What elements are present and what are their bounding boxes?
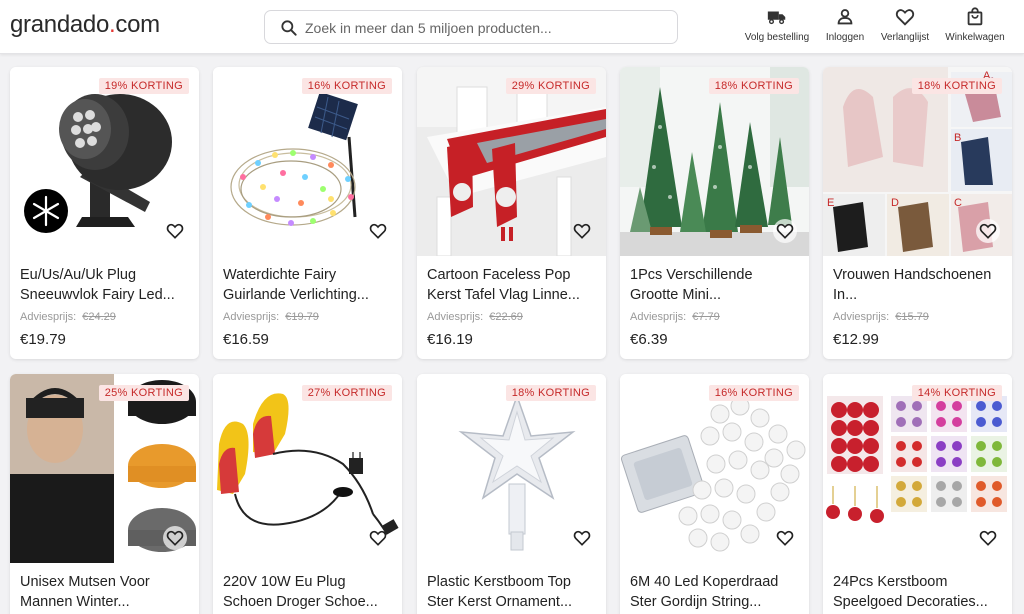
product-card[interactable]: 18% KORTING 1Pcs Verschillende Grootte M… [620, 67, 809, 359]
product-card[interactable]: 25% KORTING Unisex Mutsen Voor Mannen Wi… [10, 374, 199, 614]
rrp: Adviesprijs: €15.79 [833, 311, 929, 323]
discount-badge: 18% KORTING [911, 78, 1002, 94]
discount-badge: 27% KORTING [301, 385, 392, 401]
heart-icon [573, 530, 591, 546]
nav-cart-label: Winkelwagen [945, 32, 1005, 43]
product-price: €16.19 [427, 331, 473, 348]
heart-icon [895, 9, 915, 26]
heart-icon [776, 223, 794, 239]
wishlist-button[interactable] [163, 526, 187, 550]
rrp-label: Adviesprijs: [20, 311, 77, 323]
heart-icon [369, 223, 387, 239]
product-price: €19.79 [20, 331, 66, 348]
user-icon [837, 9, 853, 25]
nav-wishlist-label: Verlanglijst [880, 32, 930, 43]
discount-badge: 18% KORTING [505, 385, 596, 401]
product-card[interactable]: 16% KORTING 6M 40 Led Koperdraad Ster Go… [620, 374, 809, 614]
heart-icon [979, 223, 997, 239]
product-price: €16.59 [223, 331, 269, 348]
discount-badge: 16% KORTING [301, 78, 392, 94]
site-logo[interactable]: grandado.com [10, 11, 160, 39]
wishlist-button[interactable] [163, 219, 187, 243]
rrp-label: Adviesprijs: [833, 311, 890, 323]
rrp: Adviesprijs: €19.79 [223, 311, 319, 323]
heart-icon [573, 223, 591, 239]
heart-icon [776, 530, 794, 546]
glove-label-b: B [954, 132, 961, 144]
old-price: €24.29 [82, 311, 116, 323]
product-title[interactable]: Unisex Mutsen Voor Mannen Winter... [20, 572, 190, 612]
product-title[interactable]: 6M 40 Led Koperdraad Ster Gordijn String… [630, 572, 800, 612]
glove-label-c: C [954, 197, 962, 209]
nav-login[interactable]: Inloggen [822, 6, 868, 48]
rrp: Adviesprijs: €22.69 [427, 311, 523, 323]
product-card[interactable]: 19% KORTING Eu/Us/Au/Uk Plug Sneeuwvlok … [10, 67, 199, 359]
product-price: €12.99 [833, 331, 879, 348]
wishlist-button[interactable] [976, 219, 1000, 243]
rrp-label: Adviesprijs: [630, 311, 687, 323]
product-title[interactable]: Waterdichte Fairy Guirlande Verlichting.… [223, 265, 393, 305]
nav-track-order[interactable]: Volg bestelling [742, 6, 812, 48]
heart-icon [166, 223, 184, 239]
product-title[interactable]: 220V 10W Eu Plug Schoen Droger Schoe... [223, 572, 393, 612]
wishlist-button[interactable] [366, 219, 390, 243]
truck-icon [767, 11, 786, 25]
product-card[interactable]: 29% KORTING Cartoon Faceless Pop Kerst T… [417, 67, 606, 359]
discount-badge: 29% KORTING [505, 78, 596, 94]
product-title[interactable]: Plastic Kerstboom Top Ster Kerst Ornamen… [427, 572, 597, 612]
product-title[interactable]: 1Pcs Verschillende Grootte Mini... [630, 265, 800, 305]
product-card[interactable]: 18% KORTING Plastic Kerstboom Top Ster K… [417, 374, 606, 614]
heart-icon [369, 530, 387, 546]
nav-login-label: Inloggen [825, 32, 865, 43]
discount-badge: 16% KORTING [708, 385, 799, 401]
old-price: €7.79 [692, 311, 720, 323]
nav-wishlist[interactable]: Verlanglijst [876, 6, 934, 48]
old-price: €19.79 [285, 311, 319, 323]
wishlist-button[interactable] [976, 526, 1000, 550]
rrp-label: Adviesprijs: [223, 311, 280, 323]
discount-badge: 19% KORTING [98, 78, 189, 94]
product-card[interactable]: 27% KORTING 220V 10W Eu Plug Schoen Drog… [213, 374, 402, 614]
heart-icon [166, 530, 184, 546]
search-icon[interactable] [279, 18, 299, 38]
search-input[interactable] [305, 17, 665, 39]
heart-icon [979, 530, 997, 546]
product-card[interactable]: 16% KORTING Waterdichte Fairy Guirlande … [213, 67, 402, 359]
product-title[interactable]: 24Pcs Kerstboom Speelgoed Decoraties... [833, 572, 1003, 612]
wishlist-button[interactable] [366, 526, 390, 550]
rrp: Adviesprijs: €7.79 [630, 311, 720, 323]
product-card[interactable]: A B C D E 18% KORTING Vrouwen Handschoen… [823, 67, 1012, 359]
nav-cart[interactable]: Winkelwagen [942, 6, 1008, 48]
product-title[interactable]: Eu/Us/Au/Uk Plug Sneeuwvlok Fairy Led... [20, 265, 190, 305]
glove-label-d: D [891, 197, 899, 209]
product-title[interactable]: Vrouwen Handschoenen In... [833, 265, 1003, 305]
rrp-label: Adviesprijs: [427, 311, 484, 323]
shopping-bag-icon [967, 7, 983, 26]
wishlist-button[interactable] [773, 219, 797, 243]
discount-badge: 25% KORTING [98, 385, 189, 401]
glove-label-e: E [827, 197, 834, 209]
wishlist-button[interactable] [773, 526, 797, 550]
logo-text: grandado [10, 11, 110, 38]
product-card[interactable]: 14% KORTING 24Pcs Kerstboom Speelgoed De… [823, 374, 1012, 614]
discount-badge: 14% KORTING [911, 385, 1002, 401]
product-price: €6.39 [630, 331, 668, 348]
discount-badge: 18% KORTING [708, 78, 799, 94]
wishlist-button[interactable] [570, 526, 594, 550]
old-price: €22.69 [489, 311, 523, 323]
nav-track-label: Volg bestelling [744, 32, 810, 43]
logo-tld: com [115, 11, 160, 38]
search-bar [264, 10, 678, 44]
old-price: €15.79 [895, 311, 929, 323]
rrp: Adviesprijs: €24.29 [20, 311, 116, 323]
wishlist-button[interactable] [570, 219, 594, 243]
product-title[interactable]: Cartoon Faceless Pop Kerst Tafel Vlag Li… [427, 265, 597, 305]
top-header: grandado.com Volg bestelling Inloggen Ve… [0, 0, 1024, 54]
